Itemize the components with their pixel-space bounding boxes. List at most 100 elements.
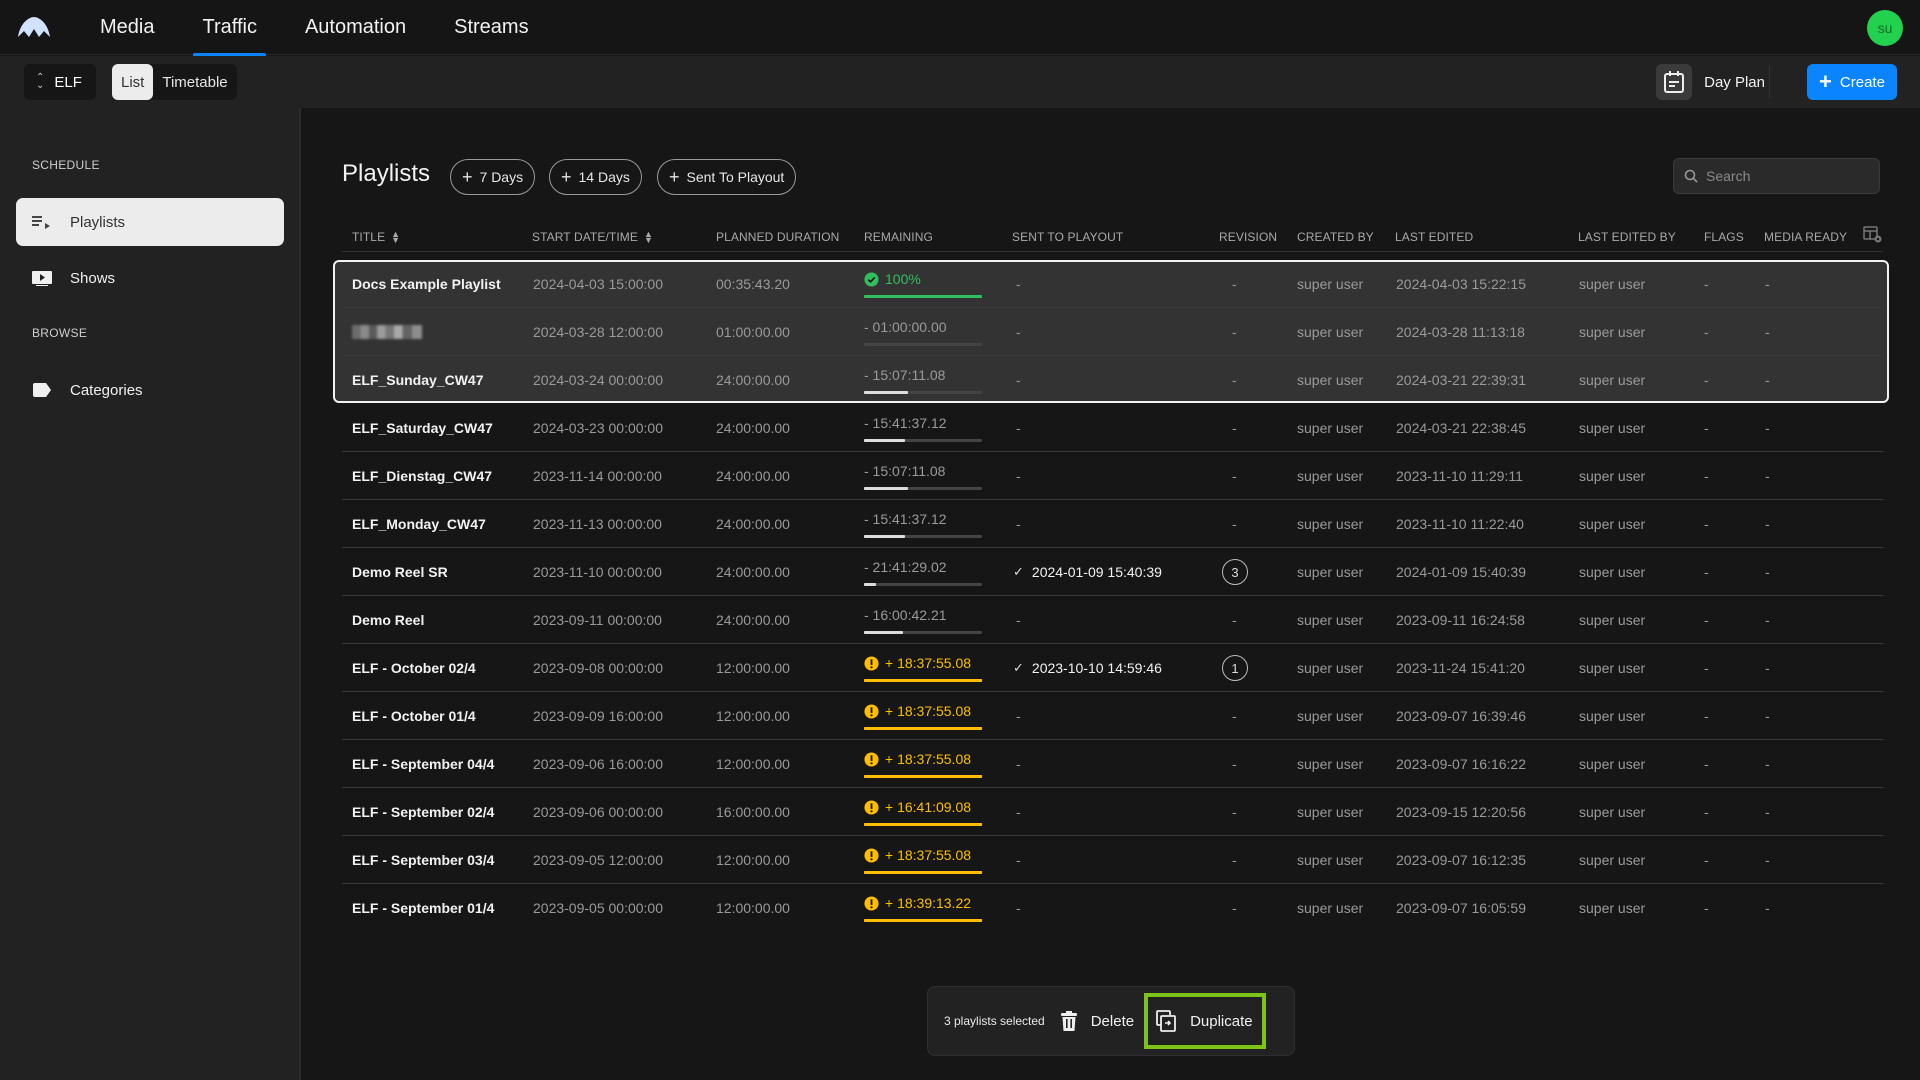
channel-select[interactable]: ⌃ ⌄ ELF bbox=[24, 64, 96, 100]
remaining-value: + 18:39:13.22 bbox=[885, 895, 972, 911]
sidebar-item-categories[interactable]: Categories bbox=[16, 366, 284, 414]
row-start-time: 2023-11-14 00:00:00 bbox=[533, 468, 662, 484]
row-planned-duration: 24:00:00.00 bbox=[716, 564, 790, 580]
remaining-text: - 15:07:11.08 bbox=[864, 463, 945, 479]
row-planned-duration: 12:00:00.00 bbox=[716, 852, 790, 868]
column-label: LAST EDITED bbox=[1395, 230, 1474, 244]
remaining-progress-fill bbox=[864, 439, 906, 442]
remaining-progress-bar bbox=[864, 535, 982, 538]
table-row[interactable]: ELF - September 02/4 2023-09-06 00:00:00 1… bbox=[342, 788, 1883, 836]
row-flags: - bbox=[1704, 900, 1709, 916]
remaining-text: + 18:39:13.22 bbox=[864, 895, 971, 911]
plus-icon: + bbox=[462, 167, 473, 187]
calendar-icon bbox=[1656, 64, 1693, 100]
filter-chip-14-days[interactable]: + 14 Days bbox=[549, 159, 642, 195]
row-sent-to-playout: - bbox=[1016, 804, 1021, 820]
row-created-by: super user bbox=[1297, 612, 1364, 628]
column-label: FLAGS bbox=[1704, 230, 1744, 244]
row-start-time: 2024-03-23 00:00:00 bbox=[533, 420, 663, 436]
column-header-revision: REVISION bbox=[1219, 230, 1277, 244]
table-row[interactable]: Demo Reel 2023-09-11 00:00:00 24:00:00.00 -… bbox=[342, 596, 1883, 644]
updown-icon: ⌃ ⌄ bbox=[36, 72, 45, 91]
nav-tab-traffic[interactable]: Traffic bbox=[193, 0, 267, 56]
row-planned-duration: 24:00:00.00 bbox=[716, 516, 790, 532]
sidebar-item-playlists[interactable]: Playlists bbox=[16, 198, 284, 246]
nav-tab-streams[interactable]: Streams bbox=[445, 0, 537, 55]
search-field[interactable] bbox=[1673, 158, 1880, 194]
app-logo-icon[interactable] bbox=[17, 15, 51, 39]
column-header-last-edited-by: LAST EDITED BY bbox=[1578, 230, 1676, 244]
day-plan-button[interactable]: Day Plan bbox=[1656, 64, 1765, 100]
check-circle-icon bbox=[864, 271, 879, 287]
remaining-value: 100% bbox=[885, 271, 921, 287]
nav-tab-media[interactable]: Media bbox=[91, 0, 163, 55]
table-row[interactable]: ELF - September 04/4 2023-09-06 16:00:00 1… bbox=[342, 740, 1883, 788]
table-row[interactable]: ELF - October 01/4 2023-09-09 16:00:00 12:… bbox=[342, 692, 1883, 740]
row-last-edited: 2024-03-21 22:39:31 bbox=[1396, 372, 1526, 388]
row-sent-to-playout: - bbox=[1016, 324, 1021, 340]
row-remaining: + 18:37:55.08 bbox=[864, 740, 982, 788]
filter-chip-sent-to-playout[interactable]: + Sent To Playout bbox=[657, 159, 797, 195]
row-last-edited: 2024-03-21 22:38:45 bbox=[1396, 420, 1526, 436]
revision-badge: 1 bbox=[1222, 655, 1248, 681]
table-row[interactable]: ELF - October 02/4 2023-09-08 00:00:00 12:… bbox=[342, 644, 1883, 692]
table-row[interactable]: Docs Example Playlist 2024-04-03 15:00:00… bbox=[342, 260, 1883, 308]
row-last-edited-by: super user bbox=[1579, 516, 1646, 532]
remaining-progress-fill bbox=[864, 919, 982, 922]
sidebar-section-browse: BROWSE bbox=[32, 326, 88, 340]
row-revision: - bbox=[1232, 804, 1237, 820]
row-last-edited: 2023-11-10 11:29:11 bbox=[1396, 468, 1523, 484]
remaining-progress-bar bbox=[864, 871, 982, 874]
column-header-title[interactable]: TITLE ▲ ▼ bbox=[352, 230, 400, 245]
remaining-text: - 15:07:11.08 bbox=[864, 367, 945, 383]
sidebar-item-label: Playlists bbox=[70, 213, 126, 231]
table-row[interactable]: ELF_Saturday_CW47 2024-03-23 00:00:00 24:0… bbox=[342, 404, 1883, 452]
table-row[interactable]: Demo Reel SR 2023-11-10 00:00:00 24:00:00.… bbox=[342, 548, 1883, 596]
channel-select-value: ELF bbox=[54, 73, 82, 91]
duplicate-button[interactable]: Duplicate bbox=[1144, 993, 1266, 1049]
row-created-by: super user bbox=[1297, 324, 1364, 340]
view-timetable-button[interactable]: Timetable bbox=[153, 64, 236, 100]
column-header-start[interactable]: START DATE/TIME ▲ ▼ bbox=[532, 230, 653, 245]
table-row[interactable]: ELF_Monday_CW47 2023-11-13 00:00:00 24:00:… bbox=[342, 500, 1883, 548]
table-row[interactable]: ELF_Dienstag_CW47 2023-11-14 00:00:00 24:0… bbox=[342, 452, 1883, 500]
search-input[interactable] bbox=[1706, 168, 1866, 184]
table-row[interactable]: 2024-03-28 12:00:00 01:00:00.00 - 01:00:00… bbox=[342, 308, 1883, 356]
column-header-remaining: REMAINING bbox=[864, 230, 933, 244]
remaining-progress-bar bbox=[864, 343, 982, 346]
table-row[interactable]: ELF_Sunday_CW47 2024-03-24 00:00:00 24:00:… bbox=[342, 356, 1883, 404]
user-avatar[interactable]: su bbox=[1867, 10, 1903, 46]
selection-count: 3 playlists selected bbox=[944, 1014, 1045, 1028]
row-media-ready: - bbox=[1765, 468, 1770, 484]
remaining-progress-fill bbox=[864, 679, 982, 682]
sidebar-item-shows[interactable]: Shows bbox=[16, 254, 284, 302]
nav-tab-automation[interactable]: Automation bbox=[296, 0, 415, 55]
sidebar-section-schedule: SCHEDULE bbox=[32, 158, 100, 172]
column-label: CREATED BY bbox=[1297, 230, 1374, 244]
row-flags: - bbox=[1704, 516, 1709, 532]
row-title: ELF - September 04/4 bbox=[352, 756, 495, 772]
row-media-ready: - bbox=[1765, 564, 1770, 580]
table-row[interactable]: ELF - September 01/4 2023-09-05 00:00:00 1… bbox=[342, 884, 1883, 932]
remaining-progress-bar bbox=[864, 679, 982, 682]
playlist-icon bbox=[32, 214, 52, 230]
warning-icon bbox=[864, 799, 879, 815]
remaining-text: - 15:41:37.12 bbox=[864, 415, 947, 431]
remaining-text: - 15:41:37.12 bbox=[864, 511, 947, 527]
row-media-ready: - bbox=[1765, 660, 1770, 676]
create-button[interactable]: + Create bbox=[1807, 64, 1897, 100]
row-flags: - bbox=[1704, 372, 1709, 388]
view-list-button[interactable]: List bbox=[112, 64, 154, 100]
row-title: ELF_Sunday_CW47 bbox=[352, 372, 484, 388]
table-row[interactable]: ELF - September 03/4 2023-09-05 12:00:00 1… bbox=[342, 836, 1883, 884]
remaining-value: - 16:00:42.21 bbox=[864, 607, 947, 623]
row-title: ELF - September 02/4 bbox=[352, 804, 495, 820]
row-start-time: 2023-09-08 00:00:00 bbox=[533, 660, 663, 676]
delete-button[interactable]: Delete bbox=[1060, 995, 1134, 1047]
plus-icon: + bbox=[669, 167, 680, 187]
filter-chip-7-days[interactable]: + 7 Days bbox=[450, 159, 536, 195]
row-media-ready: - bbox=[1765, 852, 1770, 868]
column-settings-icon[interactable] bbox=[1863, 226, 1883, 244]
sub-toolbar: ⌃ ⌄ ELF List Timetable Day Plan + Create bbox=[0, 56, 1920, 108]
row-flags: - bbox=[1704, 564, 1709, 580]
